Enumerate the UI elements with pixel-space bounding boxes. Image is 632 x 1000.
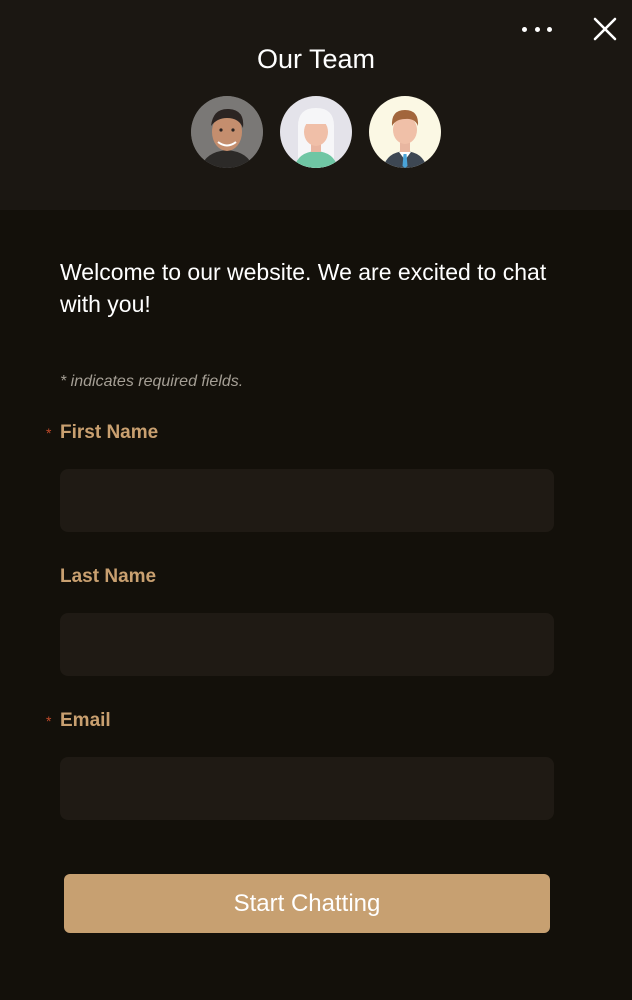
avatar-team-member-female	[280, 96, 352, 168]
more-horizontal-icon-dot	[547, 26, 552, 32]
header: Our Team	[0, 0, 632, 210]
email-label: Email	[60, 710, 111, 731]
team-avatars	[0, 96, 632, 168]
email-input[interactable]	[60, 757, 554, 820]
last-name-input[interactable]	[60, 613, 554, 676]
more-horizontal-icon-dot	[534, 26, 540, 32]
person-photo-icon	[191, 96, 263, 168]
welcome-message: Welcome to our website. We are excited t…	[60, 259, 547, 317]
chat-widget: Our Team Welcome to our website. We are …	[0, 0, 632, 1000]
required-indicator: *	[46, 425, 52, 441]
team-title: Our Team	[256, 44, 376, 74]
first-name-input[interactable]	[60, 469, 554, 532]
close-icon	[593, 17, 617, 41]
male-avatar-icon	[369, 96, 441, 168]
close-button[interactable]	[590, 14, 620, 44]
avatar-team-member-photo	[191, 96, 263, 168]
avatar-team-member-male	[369, 96, 441, 168]
start-chatting-button[interactable]: Start Chatting	[64, 874, 550, 933]
required-indicator: *	[46, 713, 52, 729]
more-options-button[interactable]	[518, 18, 556, 40]
female-avatar-icon	[280, 96, 352, 168]
required-fields-note: * indicates required fields.	[60, 373, 244, 390]
more-horizontal-icon	[522, 26, 527, 32]
last-name-label: Last Name	[60, 566, 157, 587]
first-name-label: First Name	[60, 422, 159, 443]
